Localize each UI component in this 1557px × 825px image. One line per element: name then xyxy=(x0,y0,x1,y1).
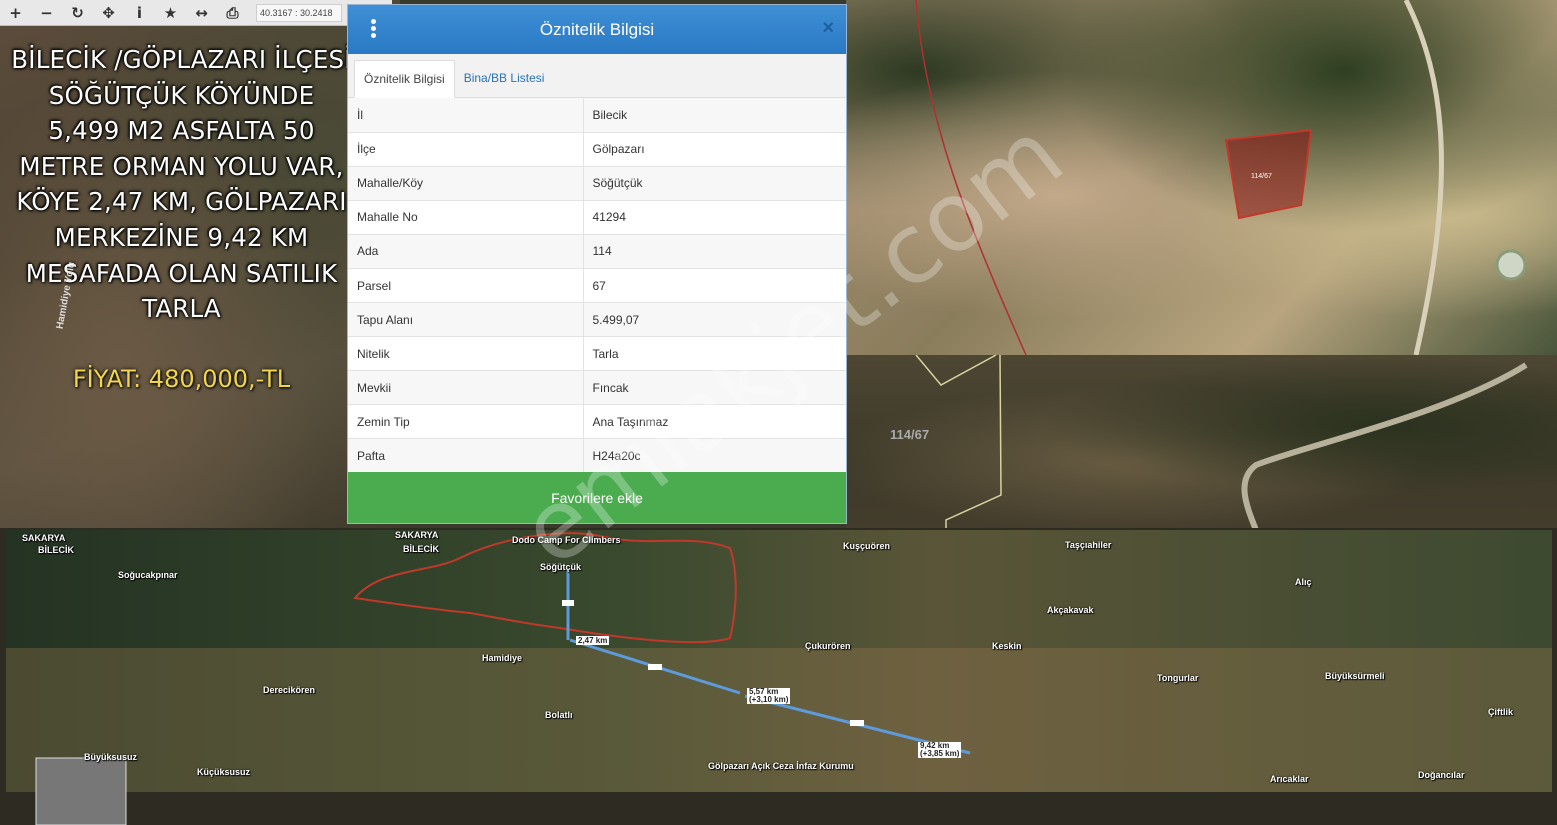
attribute-key: Tapu Alanı xyxy=(348,302,584,338)
place-label: Soğucakpınar xyxy=(118,570,178,580)
map-toolbar: + − ↻ ✥ i ★ ↔ ⎙ 40.3167 : 30.2418 xyxy=(0,0,392,26)
attribute-key: Mevkii xyxy=(348,370,584,406)
place-label: SAKARYA xyxy=(22,533,66,543)
attribute-key: Nitelik xyxy=(348,336,584,372)
info-icon[interactable]: i xyxy=(124,0,155,26)
attribute-key: Mahalle/Köy xyxy=(348,166,584,201)
distance-label: 2,47 km xyxy=(576,636,610,645)
distance-label: 9,42 km (+3,85 km) xyxy=(918,741,962,758)
place-label: Çukurören xyxy=(805,641,851,651)
place-label: SAKARYA xyxy=(395,530,439,540)
table-row: Ada 114 xyxy=(348,234,846,269)
panel-header: Öznitelik Bilgisi × xyxy=(348,5,846,54)
place-label: Tongurlar xyxy=(1157,673,1199,683)
print-icon[interactable]: ⎙ xyxy=(217,0,248,26)
table-row: Mahalle No 41294 xyxy=(348,200,846,235)
place-label: Taşçıahiler xyxy=(1065,540,1112,550)
star-icon[interactable]: ★ xyxy=(155,0,186,26)
parcel-closeup-label: 114/67 xyxy=(1251,173,1272,180)
parcel-outline-side xyxy=(945,354,1002,530)
round-structure xyxy=(1495,249,1527,281)
attribute-value: Gölpazarı xyxy=(583,132,846,167)
coordinate-readout: 40.3167 : 30.2418 xyxy=(256,3,342,22)
satellite-overview-map xyxy=(0,528,1557,825)
attribute-key: Parsel xyxy=(348,268,584,304)
move-icon[interactable]: ✥ xyxy=(93,0,124,26)
close-icon[interactable]: × xyxy=(822,17,834,40)
attribute-key: Zemin Tip xyxy=(348,404,584,440)
place-label: Büyüksürmeli xyxy=(1325,671,1385,681)
zoom-in-icon[interactable]: + xyxy=(0,0,31,26)
place-label: Doğancılar xyxy=(1418,770,1465,780)
road-curve xyxy=(1241,362,1528,532)
place-label: BİLECİK xyxy=(38,545,74,555)
attribute-value: Bilecik xyxy=(583,98,846,133)
place-label: Büyüksusuz xyxy=(84,752,138,762)
route-marker xyxy=(562,600,574,606)
table-row: Mahalle/Köy Söğütçük xyxy=(348,166,846,201)
attribute-key: Mahalle No xyxy=(348,200,584,235)
place-label: Keskin xyxy=(992,641,1022,651)
thumbnail-image xyxy=(35,757,127,825)
parcel-outline-top xyxy=(915,354,997,386)
parcel-outline-overlay xyxy=(915,354,1528,532)
place-label: Bolatlı xyxy=(545,710,573,720)
panel-title: Öznitelik Bilgisi xyxy=(539,19,655,39)
place-label: BİLECİK xyxy=(403,544,439,554)
attribute-key: Ada xyxy=(348,234,584,269)
route-marker xyxy=(648,664,662,670)
listing-price: FİYAT: 480,000,-TL xyxy=(72,365,291,393)
refresh-icon[interactable]: ↻ xyxy=(62,0,93,26)
attribute-value: 41294 xyxy=(583,200,846,235)
distance-label: 5,57 km (+3,10 km) xyxy=(747,687,791,704)
place-label: Küçüksusuz xyxy=(197,767,251,777)
table-row: İlçe Gölpazarı xyxy=(348,132,846,167)
panel-tabs: Öznitelik Bilgisi Bina/BB Listesi xyxy=(348,54,846,98)
place-label: Derecikören xyxy=(263,685,316,695)
route-marker xyxy=(850,720,864,726)
overview-map-svg xyxy=(6,530,1552,825)
place-label: Çiftlik xyxy=(1488,707,1514,717)
measure-icon[interactable]: ↔ xyxy=(186,0,217,26)
attribute-key: İlçe xyxy=(348,132,584,167)
table-row: İl Bilecik xyxy=(348,98,846,133)
attribute-key: İl xyxy=(348,98,584,133)
satellite-image-parcel-outline: 114/67 xyxy=(846,354,1557,532)
parcel-id-label: 114/67 xyxy=(890,427,930,442)
place-label: Gölpazarı Açık Ceza İnfaz Kurumu xyxy=(708,761,854,771)
attribute-value: Söğütçük xyxy=(583,166,846,201)
kebab-menu-icon[interactable] xyxy=(368,19,378,41)
place-label: Kuşçuören xyxy=(843,541,891,551)
tab-attribute-info[interactable]: Öznitelik Bilgisi xyxy=(354,60,455,98)
place-label: Hamidiye xyxy=(482,653,523,663)
zoom-out-icon[interactable]: − xyxy=(31,0,62,26)
place-label: Alıç xyxy=(1295,577,1312,587)
tab-building-list[interactable]: Bina/BB Listesi xyxy=(455,59,554,97)
place-label: Arıcaklar xyxy=(1270,774,1309,784)
road xyxy=(1403,0,1444,356)
place-label: Akçakavak xyxy=(1047,605,1094,615)
